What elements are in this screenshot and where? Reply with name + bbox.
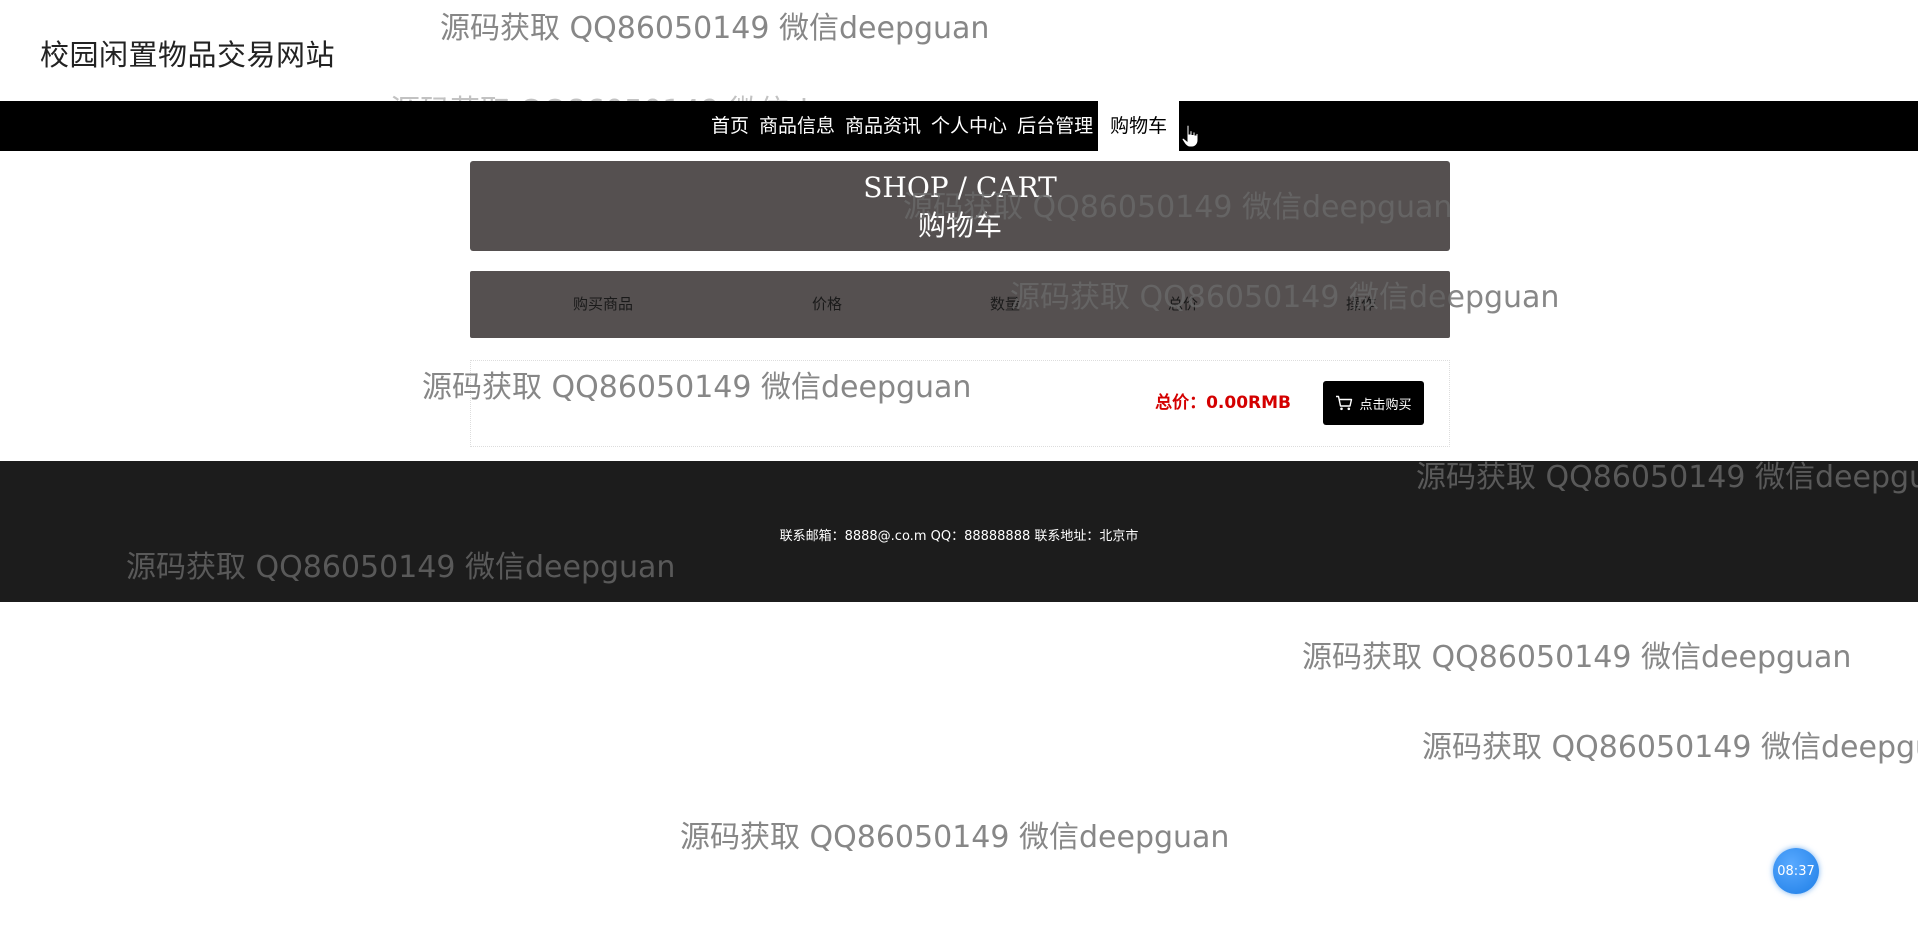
cart-table-header: 购买商品 价格 数量 总价 操作 <box>470 271 1450 338</box>
clock-badge[interactable]: 08:37 <box>1773 848 1819 894</box>
site-header: 校园闲置物品交易网站 <box>0 0 1918 101</box>
buy-button-label: 点击购买 <box>1359 397 1412 413</box>
hand-cursor-icon <box>1181 124 1199 148</box>
nav-item-products[interactable]: 商品信息 <box>754 101 840 151</box>
banner-title-cn: 购物车 <box>917 209 1002 242</box>
column-header-quantity: 数量 <box>990 295 1021 313</box>
watermark: 源码获取 QQ86050149 微信deepguan <box>680 820 1230 855</box>
nav-item-admin[interactable]: 后台管理 <box>1012 101 1098 151</box>
nav-item-news[interactable]: 商品资讯 <box>840 101 926 151</box>
main-nav: 首页 商品信息 商品资讯 个人中心 后台管理 购物车 <box>0 101 1918 151</box>
watermark-clip: 源码获取 QQ86050149 微信deepguan <box>390 86 820 101</box>
nav-items: 首页 商品信息 商品资讯 个人中心 后台管理 购物车 <box>706 101 1180 151</box>
watermark: 源码获取 QQ86050149 微信deepguan <box>1422 730 1918 765</box>
nav-item-profile[interactable]: 个人中心 <box>926 101 1012 151</box>
watermark: 源码获取 QQ86050149 微信deepguan <box>390 86 820 101</box>
cart-summary: 总价：0.00RMB 点击购买 <box>470 360 1450 447</box>
site-title[interactable]: 校园闲置物品交易网站 <box>40 32 335 74</box>
banner-title-en: SHOP / CART <box>863 171 1057 204</box>
column-header-product: 购买商品 <box>573 295 634 313</box>
cart-icon <box>1336 395 1353 411</box>
column-header-action: 操作 <box>1346 295 1377 313</box>
site-footer: 联系邮箱：8888@.co.m QQ：88888888 联系地址：北京市 <box>0 461 1918 602</box>
buy-button[interactable]: 点击购买 <box>1323 381 1424 425</box>
column-header-subtotal: 总价 <box>1168 295 1199 313</box>
nav-item-home[interactable]: 首页 <box>706 101 754 151</box>
column-header-price: 价格 <box>812 295 843 313</box>
nav-item-cart[interactable]: 购物车 <box>1098 101 1180 151</box>
footer-contact: 联系邮箱：8888@.co.m QQ：88888888 联系地址：北京市 <box>779 529 1139 544</box>
cart-banner: SHOP / CART 购物车 <box>470 161 1450 251</box>
watermark: 源码获取 QQ86050149 微信deepguan <box>1302 640 1852 675</box>
cart-total: 总价：0.00RMB <box>1155 393 1291 413</box>
